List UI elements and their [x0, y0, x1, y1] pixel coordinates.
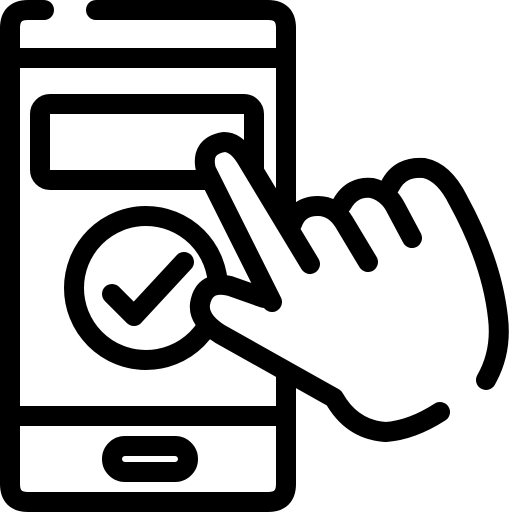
home-button-icon — [102, 436, 198, 482]
check-mark-icon — [102, 252, 194, 326]
icon-canvas — [0, 0, 512, 512]
smartphone-tap-confirm-icon — [0, 0, 509, 512]
